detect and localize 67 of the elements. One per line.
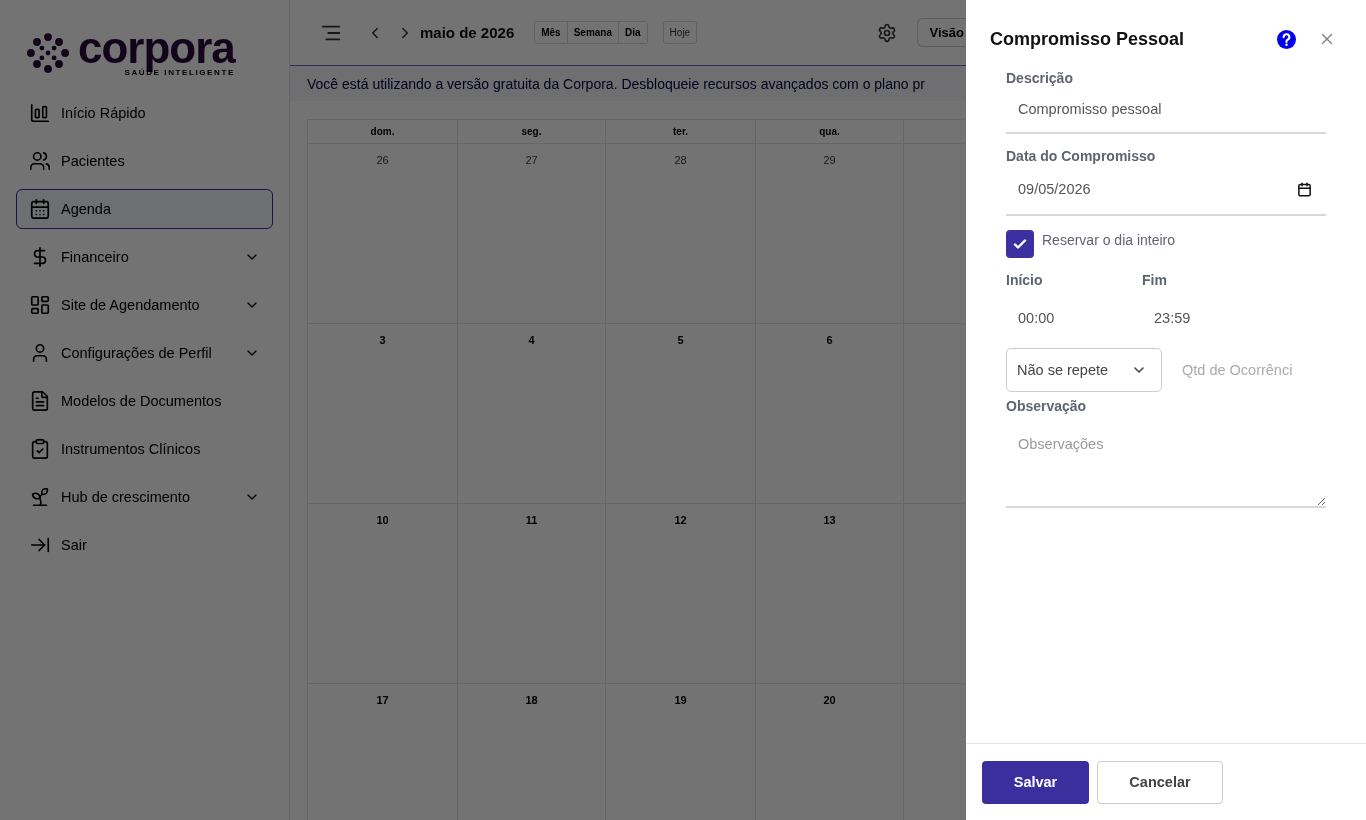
day-number: 18 xyxy=(525,694,538,707)
month-title: maio de 2026 xyxy=(420,24,515,41)
logo-dots-icon xyxy=(26,30,70,75)
calendar-icon xyxy=(29,198,51,220)
cancel-button[interactable]: Cancelar xyxy=(1097,760,1223,804)
all-day-checkbox[interactable] xyxy=(1006,230,1034,258)
sidebar-item-label: Sair xyxy=(61,537,88,553)
view-mode-button[interactable]: Visão xyxy=(916,18,966,47)
field-label: Data do Compromisso xyxy=(1006,148,1157,164)
day-number: 19 xyxy=(674,694,687,707)
sidebar-item-label: Início Rápido xyxy=(61,105,147,121)
sidebar-item[interactable]: Financeiro xyxy=(16,237,273,277)
day-number: 6 xyxy=(826,334,833,347)
sprout-icon xyxy=(29,486,51,508)
help-icon[interactable] xyxy=(1277,29,1296,49)
users-icon xyxy=(29,150,51,172)
field-label: Início xyxy=(1006,272,1044,288)
save-button[interactable]: Salvar xyxy=(982,760,1089,804)
settings-button[interactable] xyxy=(876,22,897,43)
sidebar-item[interactable]: Início Rápido xyxy=(16,93,273,133)
calendar-icon[interactable] xyxy=(1297,181,1312,197)
clipboard-check-icon xyxy=(29,438,51,460)
repeat-select[interactable]: Não se repete xyxy=(1006,348,1162,392)
upgrade-banner: Você está utilizando a versão gratuita da Corpora. Desbloqueie recursos avançados com o plano pr xyxy=(290,66,966,101)
day-number: 29 xyxy=(823,154,836,167)
day-number: 28 xyxy=(674,154,687,167)
grid-icon xyxy=(29,294,51,316)
sidebar-item[interactable]: Instrumentos Clínicos xyxy=(16,429,273,469)
day-number: 13 xyxy=(823,514,836,527)
weekday-header: dom. xyxy=(308,120,458,143)
sidebar-item-label: Site de Agendamento xyxy=(61,297,201,313)
checkbox-label: Reservar o dia inteiro xyxy=(1042,232,1176,248)
sidebar-item[interactable]: Modelos de Documentos xyxy=(16,381,273,421)
day-number: 10 xyxy=(376,514,389,527)
sidebar-item-label: Instrumentos Clínicos xyxy=(61,441,202,457)
weekday-header: seg. xyxy=(458,120,606,143)
day-number: 27 xyxy=(525,154,538,167)
bar-chart-icon xyxy=(29,102,51,124)
day-number: 3 xyxy=(379,334,386,347)
day-number: 26 xyxy=(376,154,389,167)
sidebar-item-label: Agenda xyxy=(61,201,112,217)
sidebar-item[interactable]: Hub de crescimento xyxy=(16,477,273,517)
document-icon xyxy=(29,390,51,412)
sidebar-item-label: Hub de crescimento xyxy=(61,489,191,505)
drawer-title: Compromisso Pessoal xyxy=(990,28,1186,50)
view-button[interactable]: Mês xyxy=(535,22,568,43)
weekday-header: ter. xyxy=(606,120,756,143)
checkmark-icon xyxy=(1012,236,1028,252)
day-number: 12 xyxy=(674,514,687,527)
sidebar-item[interactable]: Pacientes xyxy=(16,141,273,181)
day-number: 20 xyxy=(823,694,836,707)
sidebar-item[interactable]: Agenda xyxy=(16,189,273,229)
sidebar-item[interactable]: Site de Agendamento xyxy=(16,285,273,325)
field-label: Fim xyxy=(1142,272,1168,288)
day-number: 4 xyxy=(528,334,535,347)
sidebar-item-label: Financeiro xyxy=(61,249,130,265)
day-number: 11 xyxy=(525,514,538,527)
sidebar-item-label: Modelos de Documentos xyxy=(61,393,223,409)
sidebar-item-label: Configurações de Perfil xyxy=(61,345,213,361)
sidebar-item[interactable]: Configurações de Perfil xyxy=(16,333,273,373)
sidebar-item[interactable]: Sair xyxy=(16,525,273,565)
field-label: Observação xyxy=(1006,398,1088,414)
sidebar-item-label: Pacientes xyxy=(61,153,126,169)
weekday-header: qua. xyxy=(756,120,904,143)
day-number: 17 xyxy=(376,694,389,707)
field-label: Descrição xyxy=(1006,70,1074,86)
day-number: 5 xyxy=(677,334,684,347)
